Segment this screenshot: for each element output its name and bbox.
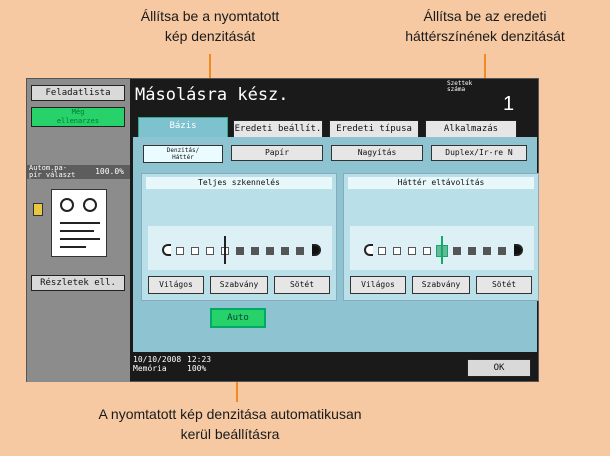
- sets-label: Szettek száma: [447, 81, 472, 93]
- dark-end-icon: [514, 244, 523, 256]
- panel-teljes-szkenneles: Teljes szkennelés Világos Szabvány Sötét: [141, 173, 337, 301]
- density-level-square[interactable]: [498, 247, 506, 255]
- status-title: Másolásra kész.: [135, 85, 289, 105]
- ok-button[interactable]: OK: [467, 359, 531, 377]
- background-slider[interactable]: [350, 226, 534, 270]
- callout-line: háttérszínének denzitását: [405, 28, 565, 44]
- time-text: 12:23: [187, 355, 212, 364]
- memory-value: 100%: [187, 364, 207, 373]
- density-level-square[interactable]: [468, 247, 476, 255]
- vilagos-button[interactable]: Világos: [350, 276, 406, 294]
- density-level-square[interactable]: [266, 247, 274, 255]
- szabvany-button[interactable]: Szabvány: [412, 276, 470, 294]
- copier-panel: Feladatlista Még ellenarzes Autom.pa- pí…: [26, 78, 539, 382]
- check-details-button[interactable]: Még ellenarzes: [31, 107, 125, 127]
- panel-heading: Teljes szkennelés: [146, 177, 332, 189]
- preview-text-line: [60, 230, 94, 232]
- subtab-duplex[interactable]: Duplex/Ir-re N: [431, 145, 527, 161]
- density-level-square[interactable]: [176, 247, 184, 255]
- density-level-square[interactable]: [423, 247, 431, 255]
- tab-eredeti-beallit[interactable]: Eredeti beállít.: [233, 120, 323, 138]
- dark-end-icon: [312, 244, 321, 256]
- subtab-nagyitas[interactable]: Nagyítás: [331, 145, 423, 161]
- sotet-button[interactable]: Sötét: [274, 276, 330, 294]
- check-line: ellenarzes: [56, 117, 100, 125]
- density-level-square[interactable]: [483, 247, 491, 255]
- memory-label: Memória: [133, 364, 167, 373]
- standard-level-marker: [441, 236, 443, 264]
- reszletek-button[interactable]: Részletek ell.: [31, 275, 125, 291]
- callout-line: Állítsa be a nyomtatott: [140, 8, 280, 24]
- preview-text-line: [60, 246, 86, 248]
- szabvany-button[interactable]: Szabvány: [210, 276, 268, 294]
- tab-bazis[interactable]: Bázis: [138, 117, 228, 139]
- preview-text-line: [60, 222, 100, 224]
- subtab-denzitas[interactable]: Denzitás/ Háttér: [143, 145, 223, 163]
- preview-face-icon: [60, 198, 74, 212]
- page-preview: [51, 189, 107, 257]
- density-level-square[interactable]: [378, 247, 386, 255]
- callout-line: kerül beállításra: [180, 426, 280, 442]
- panel-heading: Háttér eltávolítás: [348, 177, 534, 189]
- density-level-square[interactable]: [206, 247, 214, 255]
- light-end-icon: [364, 244, 373, 256]
- standard-level-marker: [224, 236, 226, 264]
- sotet-button[interactable]: Sötét: [476, 276, 532, 294]
- density-level-square[interactable]: [251, 247, 259, 255]
- date-text: 10/10/2008: [133, 355, 182, 364]
- original-doc-icon: [33, 203, 43, 216]
- callout-line: A nyomtatott kép denzitása automatikusan: [98, 406, 362, 422]
- panel-hatter-eltavolitas: Háttér eltávolítás Világos Szabvány Söté…: [343, 173, 539, 301]
- density-level-square[interactable]: [281, 247, 289, 255]
- density-level-square[interactable]: [296, 247, 304, 255]
- density-slider[interactable]: [148, 226, 332, 270]
- density-level-square[interactable]: [191, 247, 199, 255]
- density-level-square[interactable]: [453, 247, 461, 255]
- callout-auto-density: A nyomtatott kép denzitása automatikusan…: [60, 404, 400, 444]
- feladatlista-button[interactable]: Feladatlista: [31, 85, 125, 101]
- callout-background-density: Állítsa be az eredeti háttérszínének den…: [372, 6, 598, 46]
- callout-line: Állítsa be az eredeti: [423, 8, 547, 24]
- tab-alkalmazas[interactable]: Alkalmazás: [425, 120, 517, 138]
- subtab-papir[interactable]: Papír: [231, 145, 323, 161]
- auto-button[interactable]: Auto: [210, 308, 266, 328]
- density-level-square[interactable]: [408, 247, 416, 255]
- zoom-info: Autom.pa- pír választ 100.0%: [27, 165, 130, 179]
- callout-line: kép denzitását: [164, 28, 256, 44]
- preview-face-icon: [83, 198, 97, 212]
- status-footer: 10/10/2008 Memória 12:23 100%: [133, 355, 211, 373]
- callout-print-density: Állítsa be a nyomtatott kép denzitását: [110, 6, 310, 46]
- copy-count[interactable]: 1: [503, 93, 514, 116]
- tab-eredeti-tipusa[interactable]: Eredeti típusa: [329, 120, 419, 138]
- density-level-square[interactable]: [236, 247, 244, 255]
- check-line: Még: [71, 108, 85, 116]
- vilagos-button[interactable]: Világos: [148, 276, 204, 294]
- left-sidebar: Feladatlista Még ellenarzes Autom.pa- pí…: [27, 79, 130, 382]
- preview-text-line: [60, 238, 100, 240]
- subtab-label: Denzitás/: [166, 147, 200, 154]
- sets-label-line: száma: [447, 86, 466, 93]
- zoom-value: 100.0%: [95, 167, 124, 176]
- subtab-label: Háttér: [172, 154, 194, 161]
- light-end-icon: [162, 244, 171, 256]
- density-level-square[interactable]: [393, 247, 401, 255]
